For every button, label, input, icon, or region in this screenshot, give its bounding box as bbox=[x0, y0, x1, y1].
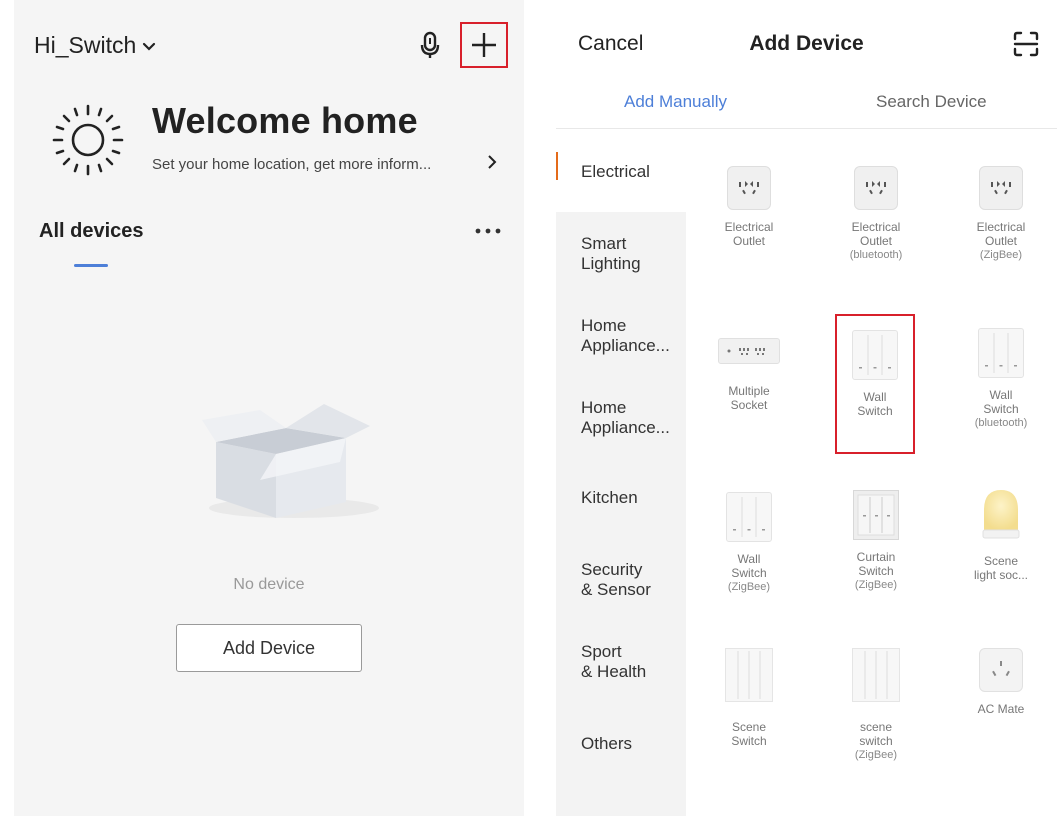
welcome-banner[interactable]: Welcome home Set your home location, get… bbox=[50, 96, 510, 186]
device-wall-switch[interactable]: Wall Switch bbox=[835, 314, 915, 454]
tab-search-device[interactable]: Search Device bbox=[876, 92, 987, 112]
device-name: Wall Switch bbox=[983, 388, 1019, 416]
outlet-icon bbox=[979, 166, 1023, 210]
all-devices-tab[interactable]: All devices bbox=[39, 220, 144, 243]
device-label: Electrical Outlet (bluetooth) bbox=[821, 220, 931, 262]
category-security-sensor[interactable]: Security & Sensor bbox=[556, 540, 686, 622]
device-name: scene switch bbox=[859, 720, 893, 748]
device-multiple-socket[interactable]: Multiple Socket bbox=[694, 338, 804, 412]
power-strip-icon bbox=[718, 338, 780, 364]
device-label: Electrical Outlet bbox=[724, 220, 774, 248]
more-dots-icon[interactable] bbox=[474, 226, 502, 236]
device-scene-light-socket[interactable]: Scene light soc... bbox=[946, 486, 1056, 582]
chevron-right-icon bbox=[488, 155, 497, 169]
device-name: Electrical Outlet bbox=[976, 220, 1026, 248]
device-variant: (bluetooth) bbox=[974, 417, 1028, 429]
page-title: Add Device bbox=[749, 32, 864, 55]
scan-icon[interactable] bbox=[1012, 30, 1040, 58]
device-scene-switch[interactable]: Scene Switch bbox=[694, 648, 804, 748]
device-scene-switch-zigbee[interactable]: scene switch (ZigBee) bbox=[821, 648, 931, 762]
scene-switch-icon bbox=[725, 648, 773, 702]
device-label: Wall Switch bbox=[857, 390, 893, 418]
category-label: Others bbox=[581, 734, 633, 753]
welcome-title: Welcome home bbox=[152, 100, 418, 141]
wall-switch-icon bbox=[978, 328, 1024, 378]
tab-add-manually[interactable]: Add Manually bbox=[624, 92, 727, 112]
category-kitchen[interactable]: Kitchen bbox=[556, 458, 686, 540]
category-label: Home Appliance... bbox=[581, 398, 670, 437]
empty-box-icon bbox=[202, 404, 379, 518]
add-device-button[interactable]: Add Device bbox=[176, 624, 362, 672]
add-device-screen: Cancel Add Device Add Manually Search De… bbox=[556, 0, 1057, 816]
category-electrical[interactable]: Electrical bbox=[556, 130, 686, 212]
category-others[interactable]: Others bbox=[556, 704, 686, 786]
device-variant: (ZigBee) bbox=[727, 581, 771, 593]
category-label: Home Appliance... bbox=[581, 316, 670, 355]
category-label: Security & Sensor bbox=[581, 560, 651, 599]
device-name: Electrical Outlet bbox=[851, 220, 901, 248]
category-home-appliance-1[interactable]: Home Appliance... bbox=[556, 294, 686, 376]
device-label: AC Mate bbox=[977, 702, 1025, 716]
device-curtain-switch-zigbee[interactable]: Curtain Switch (ZigBee) bbox=[821, 490, 931, 592]
category-label: Smart Lighting bbox=[581, 234, 641, 273]
home-name-label: Hi_Switch bbox=[34, 32, 137, 58]
home-header: Hi_Switch bbox=[14, 0, 524, 90]
welcome-subtitle-text: Set your home location, get more inform.… bbox=[152, 156, 432, 173]
category-sidebar: Electrical Smart Lighting Home Appliance… bbox=[556, 130, 686, 816]
device-electrical-outlet[interactable]: Electrical Outlet bbox=[694, 166, 804, 248]
device-variant: (ZigBee) bbox=[854, 579, 898, 591]
scene-switch-icon bbox=[852, 648, 900, 702]
scene-light-icon bbox=[978, 486, 1024, 542]
outlet-icon bbox=[727, 166, 771, 210]
curtain-switch-icon bbox=[853, 490, 899, 540]
device-label: Scene Switch bbox=[731, 720, 767, 748]
device-electrical-outlet-bluetooth[interactable]: Electrical Outlet (bluetooth) bbox=[821, 166, 931, 262]
category-sport-health[interactable]: Sport & Health bbox=[556, 622, 686, 704]
ac-mate-icon bbox=[979, 648, 1023, 692]
device-label: Curtain Switch (ZigBee) bbox=[821, 550, 931, 592]
device-name: Curtain Switch bbox=[856, 550, 896, 578]
device-label: scene switch (ZigBee) bbox=[821, 720, 931, 762]
device-label: Wall Switch (ZigBee) bbox=[694, 552, 804, 594]
all-devices-underline bbox=[74, 264, 108, 267]
device-wall-switch-zigbee[interactable]: Wall Switch (ZigBee) bbox=[694, 492, 804, 594]
home-screen: Hi_Switch Welcome home Set your home loc… bbox=[14, 0, 524, 816]
device-label: Wall Switch (bluetooth) bbox=[946, 388, 1056, 430]
home-selector[interactable]: Hi_Switch bbox=[34, 32, 156, 59]
category-home-appliance-2[interactable]: Home Appliance... bbox=[556, 376, 686, 458]
device-name: Wall Switch bbox=[731, 552, 767, 580]
wall-switch-icon bbox=[726, 492, 772, 542]
microphone-icon[interactable] bbox=[415, 30, 445, 60]
empty-state-text: No device bbox=[233, 576, 305, 593]
add-button[interactable] bbox=[460, 22, 508, 68]
device-label: Electrical Outlet (ZigBee) bbox=[946, 220, 1056, 262]
sun-icon bbox=[52, 104, 124, 176]
wall-switch-icon bbox=[852, 330, 898, 380]
category-label: Kitchen bbox=[581, 488, 638, 507]
device-label: Scene light soc... bbox=[973, 554, 1029, 582]
device-wall-switch-bluetooth[interactable]: Wall Switch (bluetooth) bbox=[946, 328, 1056, 430]
device-variant: (ZigBee) bbox=[854, 749, 898, 761]
chevron-down-icon bbox=[143, 42, 156, 51]
active-category-marker bbox=[556, 152, 558, 180]
category-label: Electrical bbox=[581, 162, 650, 181]
device-variant: (ZigBee) bbox=[979, 249, 1023, 261]
category-smart-lighting[interactable]: Smart Lighting bbox=[556, 212, 686, 294]
welcome-subtitle: Set your home location, get more inform.… bbox=[152, 155, 497, 173]
device-variant: (bluetooth) bbox=[849, 249, 903, 261]
device-electrical-outlet-zigbee[interactable]: Electrical Outlet (ZigBee) bbox=[946, 166, 1056, 262]
category-label: Sport & Health bbox=[581, 642, 647, 681]
plus-icon bbox=[472, 33, 496, 57]
outlet-icon bbox=[854, 166, 898, 210]
tab-divider bbox=[556, 128, 1057, 129]
device-label: Multiple Socket bbox=[728, 384, 770, 412]
device-ac-mate[interactable]: AC Mate bbox=[946, 648, 1056, 716]
